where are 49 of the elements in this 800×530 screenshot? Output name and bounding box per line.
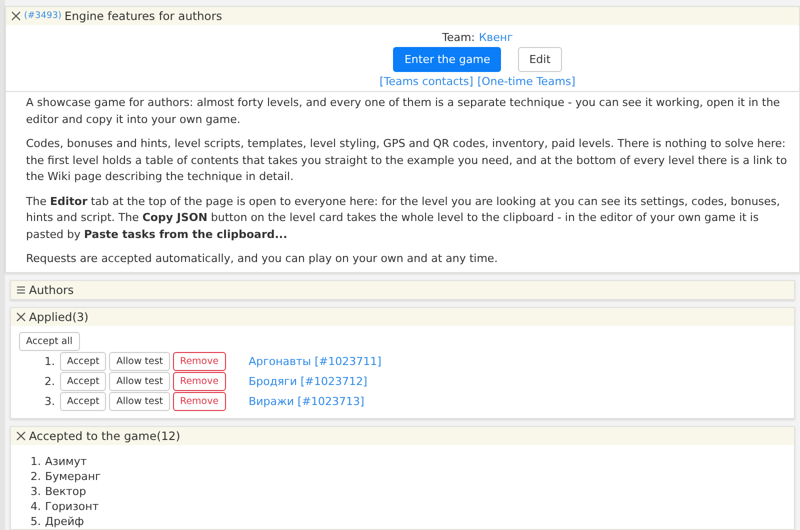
team-link[interactable]: Виражи [#1023713] [248, 394, 364, 408]
team-link[interactable]: Аргонавты [#1023711] [248, 354, 382, 368]
game-number: (#3493) [24, 11, 62, 21]
list-number: 5. [30, 514, 41, 528]
remove-button[interactable]: Remove [173, 372, 226, 390]
menu-icon[interactable] [16, 284, 26, 294]
close-icon[interactable] [16, 312, 26, 322]
list-number: 1. [30, 454, 41, 468]
list-number: 2. [30, 468, 41, 484]
remove-button[interactable]: Remove [173, 352, 226, 370]
panel-title: Authors [29, 282, 74, 296]
list-number: 2. [44, 374, 55, 388]
team-name: Вектор [45, 484, 86, 498]
list-number: 3. [44, 394, 55, 408]
description-paragraph: A showcase game for authors: almost forty levels, and every one of them is a separate technique - you can see it working, open it in the editor and copy it into your own game. [26, 95, 781, 128]
team-name: Дрейф [45, 514, 84, 528]
team-name: Горизонт [45, 498, 99, 514]
panel-header[interactable]: Accepted to the game(12) [11, 426, 794, 444]
description-paragraph: Codes, bonuses and hints, level scripts, templates, level styling, GPS and QR codes, inventory, paid levels. There is nothing to solve here: the first level holds a table of contents that takes you straight to the example you need, and at the bottom of every level there is a link to the Wiki page describing the technique in detail. [26, 136, 788, 185]
panel-header[interactable]: Authors [11, 280, 794, 298]
allow-test-button[interactable]: Allow test [109, 392, 170, 410]
list-number: 4. [30, 498, 41, 514]
accept-button[interactable]: Accept [60, 392, 106, 410]
allow-test-button[interactable]: Allow test [109, 352, 170, 370]
team-name: Бумеранг [45, 468, 101, 484]
panel-title: Engine features for authors [64, 9, 222, 23]
close-icon[interactable] [11, 11, 21, 21]
list-number: 1. [44, 354, 55, 368]
close-icon[interactable] [16, 430, 26, 440]
team-link[interactable]: Бродяги [#1023712] [248, 374, 368, 388]
list-number: 3. [30, 484, 41, 498]
allow-test-button[interactable]: Allow test [109, 372, 170, 390]
panel-title: Applied(3) [29, 310, 89, 324]
panel-header[interactable]: Applied(3) [11, 308, 794, 326]
accept-button[interactable]: Accept [60, 352, 106, 370]
panel-header[interactable]: (#3493) Engine features for authors [6, 7, 799, 25]
edit-button[interactable]: Edit [518, 47, 562, 72]
remove-button[interactable]: Remove [173, 392, 226, 410]
accept-button[interactable]: Accept [60, 372, 106, 390]
description-paragraph: The Editor tab at the top of the page is open to everyone here: for the level you are looking at you can see its settings, codes, bonuses, hints and script. The Copy JSON button on the level card takes the whole level to the clipboard - in the editor of your own game it is pasted by Paste tasks from the clipboard... [26, 194, 782, 242]
enter-game-button[interactable]: Enter the game [393, 47, 502, 72]
accept-all-button[interactable]: Accept all [19, 332, 80, 350]
teams-link[interactable]: [One-time Teams] [477, 75, 576, 88]
team-link[interactable]: Квенг [478, 31, 513, 44]
team-name: Азимут [45, 454, 87, 468]
description-paragraph: Requests are accepted automatically, and you can play on your own and at any time. [26, 251, 499, 267]
teams-link[interactable]: [Teams contacts] [380, 75, 474, 88]
panel-title: Accepted to the game(12) [29, 428, 180, 442]
team-label: Team: [442, 31, 475, 44]
